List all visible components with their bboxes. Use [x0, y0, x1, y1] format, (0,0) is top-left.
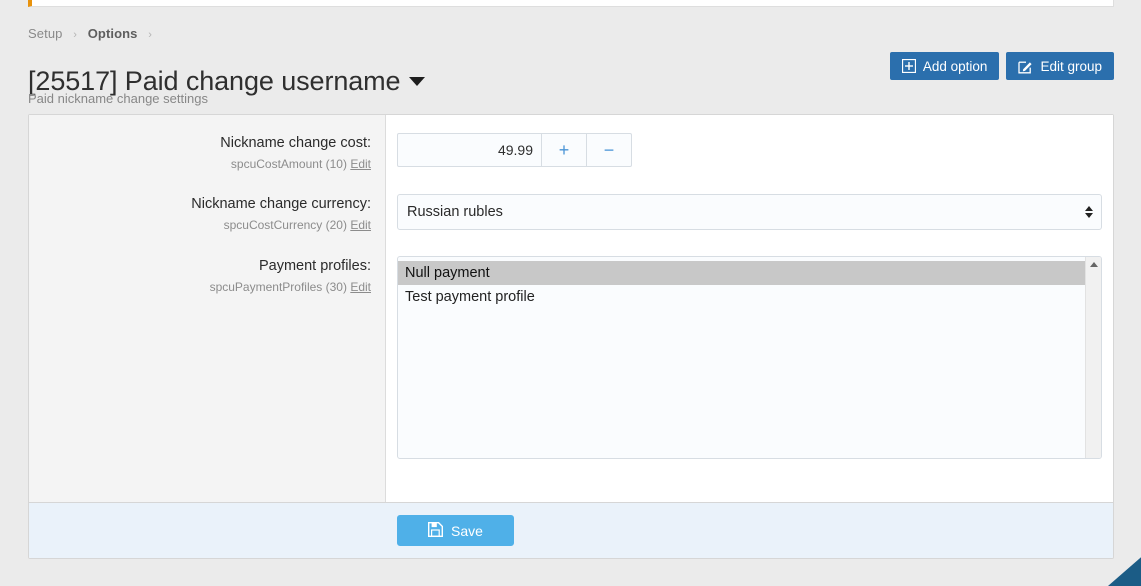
currency-select-wrapper: Russian rubles [397, 194, 1102, 230]
row-field-nickname-change-cost: + − [386, 115, 1113, 173]
edit-option-link[interactable]: Edit [350, 280, 371, 294]
form-row-nickname-change-cost: Nickname change cost: spcuCostAmount (10… [29, 115, 1113, 173]
edit-option-link[interactable]: Edit [350, 218, 371, 232]
breadcrumb-item-setup[interactable]: Setup [28, 26, 62, 41]
payment-profiles-listbox[interactable]: Null payment Test payment profile [397, 256, 1102, 459]
add-option-button[interactable]: Add option [890, 52, 1000, 80]
list-item[interactable]: Test payment profile [398, 285, 1085, 309]
field-meta: spcuCostCurrency (20) Edit [39, 216, 371, 234]
field-meta: spcuCostAmount (10) Edit [39, 155, 371, 173]
panel-footer: Save [29, 503, 1113, 558]
decrement-button[interactable]: − [587, 133, 632, 167]
save-label: Save [451, 523, 483, 539]
currency-select-value: Russian rubles [407, 204, 503, 220]
field-label: Nickname change currency: [39, 194, 371, 214]
page-subtitle: Paid nickname change settings [28, 91, 208, 106]
row-label-nickname-change-cost: Nickname change cost: spcuCostAmount (10… [29, 115, 386, 173]
options-panel: Nickname change cost: spcuCostAmount (10… [28, 114, 1114, 559]
plus-square-icon [902, 59, 916, 73]
floppy-disk-icon [428, 522, 443, 540]
breadcrumb-separator-icon: › [148, 29, 152, 41]
admin-options-page: Setup › Options › [25517] Paid change us… [0, 0, 1141, 586]
form-row-payment-profiles: Payment profiles: spcuPaymentProfiles (3… [29, 234, 1113, 459]
options-form: Nickname change cost: spcuCostAmount (10… [29, 115, 1113, 503]
breadcrumb: Setup › Options › [28, 26, 159, 41]
field-label: Nickname change cost: [39, 133, 371, 153]
option-key: spcuCostAmount (10) [231, 157, 347, 171]
edit-group-button[interactable]: Edit group [1006, 52, 1114, 80]
option-key: spcuPaymentProfiles (30) [210, 280, 347, 294]
edit-square-icon [1018, 59, 1033, 74]
chevron-down-icon[interactable] [409, 77, 425, 86]
field-label: Payment profiles: [39, 256, 371, 276]
currency-select[interactable]: Russian rubles [397, 194, 1102, 230]
list-item[interactable]: Null payment [398, 261, 1085, 285]
field-meta: spcuPaymentProfiles (30) Edit [39, 278, 371, 296]
add-option-label: Add option [923, 59, 988, 74]
notice-strip [28, 0, 1114, 7]
increment-button[interactable]: + [542, 133, 587, 167]
form-rows: Nickname change cost: spcuCostAmount (10… [29, 115, 1113, 502]
option-key: spcuCostCurrency (20) [224, 218, 347, 232]
listbox-options: Null payment Test payment profile [398, 257, 1085, 458]
nickname-cost-input[interactable] [397, 133, 542, 167]
save-button[interactable]: Save [397, 515, 514, 546]
breadcrumb-separator-icon: › [73, 29, 77, 41]
listbox-scrollbar[interactable] [1085, 257, 1101, 458]
edit-option-link[interactable]: Edit [350, 157, 371, 171]
form-row-nickname-change-currency: Nickname change currency: spcuCostCurren… [29, 173, 1113, 234]
row-label-payment-profiles: Payment profiles: spcuPaymentProfiles (3… [29, 234, 386, 459]
scroll-up-arrow-icon[interactable] [1090, 262, 1098, 267]
number-stepper-group: + − [397, 133, 632, 167]
breadcrumb-item-options[interactable]: Options [88, 26, 138, 41]
row-field-nickname-change-currency: Russian rubles [386, 173, 1124, 234]
edit-group-label: Edit group [1040, 59, 1102, 74]
header-actions: Add option Edit group [890, 52, 1114, 80]
row-label-nickname-change-currency: Nickname change currency: spcuCostCurren… [29, 173, 386, 234]
row-field-payment-profiles: Null payment Test payment profile [386, 234, 1124, 459]
